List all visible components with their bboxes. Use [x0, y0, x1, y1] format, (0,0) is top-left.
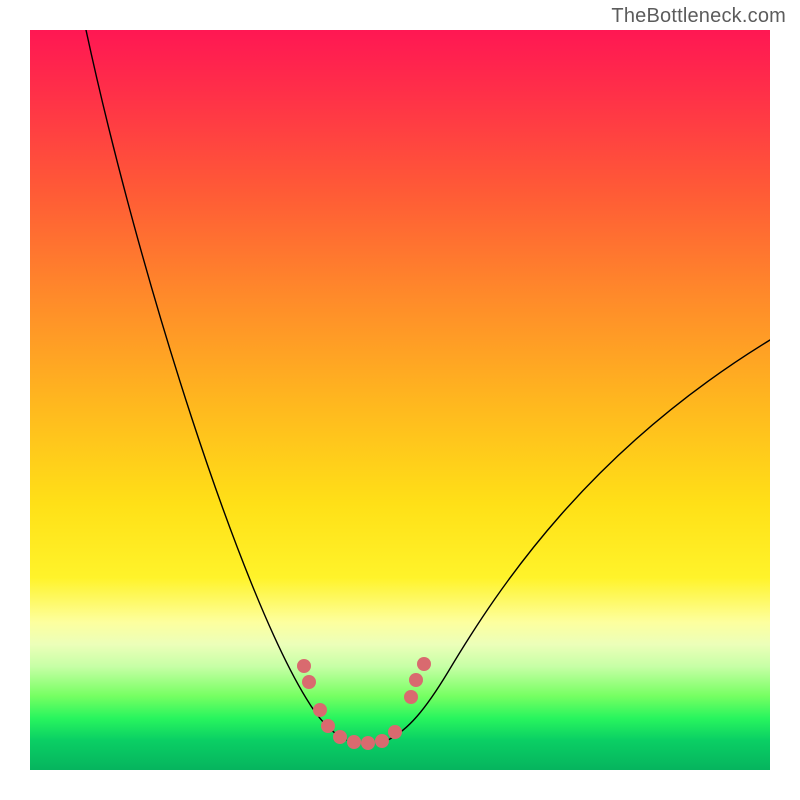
watermark-text: TheBottleneck.com: [611, 5, 786, 28]
figure-root: TheBottleneck.com: [0, 0, 800, 800]
bottleneck-curve-plot: [30, 30, 770, 770]
curve-right-limb: [388, 340, 770, 740]
curve-left-limb: [86, 30, 346, 740]
bottleneck-marker-cluster: [297, 657, 431, 750]
